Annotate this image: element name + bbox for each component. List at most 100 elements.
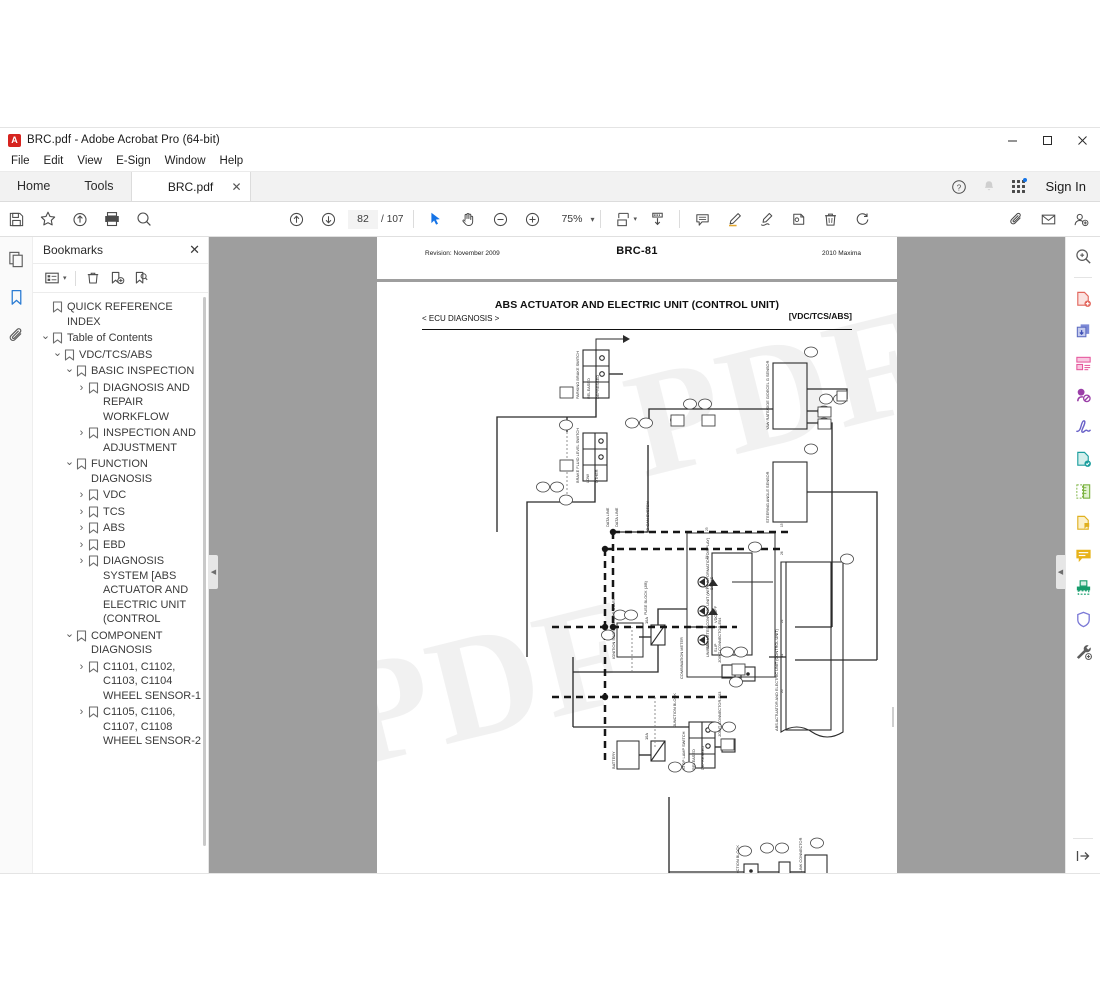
chevron-right-icon[interactable]: › bbox=[75, 426, 88, 440]
tab-tools[interactable]: Tools bbox=[67, 172, 130, 201]
chevron-down-icon[interactable]: ⌄ bbox=[63, 364, 76, 375]
chevron-down-icon[interactable]: ⌄ bbox=[63, 628, 76, 639]
delete-bookmark-icon[interactable] bbox=[82, 267, 104, 289]
draw-freehand-icon[interactable] bbox=[750, 203, 782, 235]
email-icon[interactable] bbox=[1032, 203, 1064, 235]
bookmark-item[interactable]: › EBD bbox=[33, 537, 208, 554]
bookmark-item[interactable]: ⌄ VDC/TCS/ABS bbox=[33, 347, 208, 364]
page-number-control[interactable]: / 107 bbox=[348, 209, 403, 229]
attach-file-icon[interactable] bbox=[1000, 203, 1032, 235]
notification-bell-icon[interactable] bbox=[980, 178, 998, 196]
protect-icon[interactable] bbox=[1072, 448, 1094, 470]
menu-edit[interactable]: Edit bbox=[37, 152, 71, 171]
chevron-right-icon[interactable]: › bbox=[75, 660, 88, 674]
zoom-level-control[interactable]: 75% ▾ bbox=[554, 213, 594, 225]
hand-tool-icon[interactable] bbox=[452, 203, 484, 235]
search-document-icon[interactable] bbox=[1072, 245, 1094, 267]
highlight-icon[interactable] bbox=[718, 203, 750, 235]
chevron-down-icon[interactable]: ⌄ bbox=[51, 347, 64, 358]
next-page-icon[interactable] bbox=[312, 203, 344, 235]
export-pdf-icon[interactable] bbox=[1072, 320, 1094, 342]
bookmarks-scrollbar[interactable] bbox=[203, 297, 206, 869]
redact-icon[interactable] bbox=[1072, 384, 1094, 406]
stamp-tool-icon[interactable] bbox=[1072, 576, 1094, 598]
bookmark-item[interactable]: QUICK REFERENCE INDEX bbox=[33, 299, 208, 330]
document-viewer[interactable]: ◀ Revision: November 2009 BRC-81 2010 Ma… bbox=[209, 237, 1065, 873]
find-icon[interactable] bbox=[128, 203, 160, 235]
tab-home[interactable]: Home bbox=[0, 172, 67, 201]
bookmark-item[interactable]: ⌄ FUNCTION DIAGNOSIS bbox=[33, 456, 208, 487]
minimize-button[interactable] bbox=[995, 128, 1030, 152]
bookmark-item[interactable]: › C1101, C1102, C1103, C1104 WHEEL SENSOR… bbox=[33, 659, 208, 705]
previous-page-icon[interactable] bbox=[280, 203, 312, 235]
chevron-right-icon[interactable]: › bbox=[75, 538, 88, 552]
comment-icon[interactable] bbox=[1072, 544, 1094, 566]
bookmark-item[interactable]: › DIAGNOSIS SYSTEM [ABS ACTUATOR AND ELEC… bbox=[33, 553, 208, 628]
chevron-right-icon[interactable]: › bbox=[75, 554, 88, 568]
save-icon[interactable] bbox=[0, 203, 32, 235]
app-grid-icon[interactable] bbox=[1010, 178, 1028, 196]
add-to-favorites-icon[interactable] bbox=[32, 203, 64, 235]
scroll-mode-icon[interactable] bbox=[641, 203, 673, 235]
chevron-down-icon[interactable]: ▾ bbox=[590, 215, 594, 224]
close-window-button[interactable] bbox=[1065, 128, 1100, 152]
bookmark-item[interactable]: › TCS bbox=[33, 504, 208, 521]
bookmarks-tree[interactable]: QUICK REFERENCE INDEX ⌄ Table of Contents ⌄… bbox=[33, 293, 208, 873]
bookmark-item[interactable]: › VDC bbox=[33, 487, 208, 504]
bookmark-options-icon[interactable] bbox=[41, 267, 63, 289]
create-pdf-icon[interactable] bbox=[1072, 288, 1094, 310]
fill-and-sign-icon[interactable] bbox=[1072, 416, 1094, 438]
attachments-panel-icon[interactable] bbox=[4, 323, 28, 347]
chevron-right-icon[interactable]: › bbox=[75, 521, 88, 535]
select-cursor-icon[interactable] bbox=[420, 203, 452, 235]
menu-help[interactable]: Help bbox=[213, 152, 251, 171]
fit-page-chevron-icon[interactable]: ▾ bbox=[633, 215, 637, 223]
new-bookmark-icon[interactable] bbox=[106, 267, 128, 289]
chevron-right-icon[interactable]: › bbox=[75, 488, 88, 502]
bookmarks-scrollbar-thumb[interactable] bbox=[203, 297, 206, 847]
chevron-right-icon[interactable]: › bbox=[75, 705, 88, 719]
protection-shield-icon[interactable] bbox=[1072, 608, 1094, 630]
menu-esign[interactable]: E-Sign bbox=[109, 152, 158, 171]
edit-pdf-icon[interactable] bbox=[1072, 512, 1094, 534]
bookmark-item[interactable]: ⌄ BASIC INSPECTION bbox=[33, 363, 208, 380]
close-icon[interactable]: ✕ bbox=[231, 181, 241, 193]
bookmark-item[interactable]: › C1105, C1106, C1107, C1108 WHEEL SENSOR… bbox=[33, 704, 208, 750]
close-bookmarks-icon[interactable]: ✕ bbox=[189, 242, 200, 258]
print-icon[interactable] bbox=[96, 203, 128, 235]
chevron-right-icon[interactable]: › bbox=[75, 381, 88, 395]
chevron-right-icon[interactable]: › bbox=[75, 505, 88, 519]
chevron-down-icon[interactable]: ⌄ bbox=[63, 457, 76, 468]
zoom-in-icon[interactable] bbox=[516, 203, 548, 235]
menu-view[interactable]: View bbox=[70, 152, 109, 171]
bookmark-item[interactable]: ⌄ Table of Contents bbox=[33, 330, 208, 347]
page-number-input[interactable] bbox=[348, 209, 378, 229]
add-comment-icon[interactable] bbox=[686, 203, 718, 235]
measure-icon[interactable] bbox=[1072, 480, 1094, 502]
organize-pages-icon[interactable] bbox=[1072, 352, 1094, 374]
chevron-down-icon[interactable]: ⌄ bbox=[39, 331, 52, 342]
more-tools-icon[interactable] bbox=[1072, 640, 1094, 662]
bookmark-item[interactable]: › ABS bbox=[33, 520, 208, 537]
expand-tools-panel-icon[interactable] bbox=[1072, 845, 1094, 867]
collapse-left-panel-button[interactable]: ◀ bbox=[209, 555, 218, 589]
rotate-icon[interactable] bbox=[846, 203, 878, 235]
help-circle-icon[interactable]: ? bbox=[950, 178, 968, 196]
add-person-icon[interactable] bbox=[1064, 203, 1096, 235]
add-stamp-icon[interactable] bbox=[782, 203, 814, 235]
sign-in-button[interactable]: Sign In bbox=[1046, 179, 1086, 194]
bookmark-item[interactable]: ⌄ COMPONENT DIAGNOSIS bbox=[33, 628, 208, 659]
bookmark-item[interactable]: › DIAGNOSIS AND REPAIR WORKFLOW bbox=[33, 380, 208, 426]
bookmark-item[interactable]: › INSPECTION AND ADJUSTMENT bbox=[33, 425, 208, 456]
tab-document-brc-pdf[interactable]: BRC.pdf ✕ bbox=[130, 172, 251, 201]
bookmarks-panel-icon[interactable] bbox=[4, 285, 28, 309]
menu-window[interactable]: Window bbox=[158, 152, 213, 171]
edit-bookmark-icon[interactable] bbox=[130, 267, 152, 289]
page-thumbnails-icon[interactable] bbox=[4, 247, 28, 271]
maximize-button[interactable] bbox=[1030, 128, 1065, 152]
bookmark-options-chevron-icon[interactable]: ▾ bbox=[63, 274, 67, 282]
zoom-out-icon[interactable] bbox=[484, 203, 516, 235]
menu-file[interactable]: File bbox=[4, 152, 37, 171]
upload-cloud-icon[interactable] bbox=[64, 203, 96, 235]
collapse-right-panel-button[interactable]: ◀ bbox=[1056, 555, 1065, 589]
